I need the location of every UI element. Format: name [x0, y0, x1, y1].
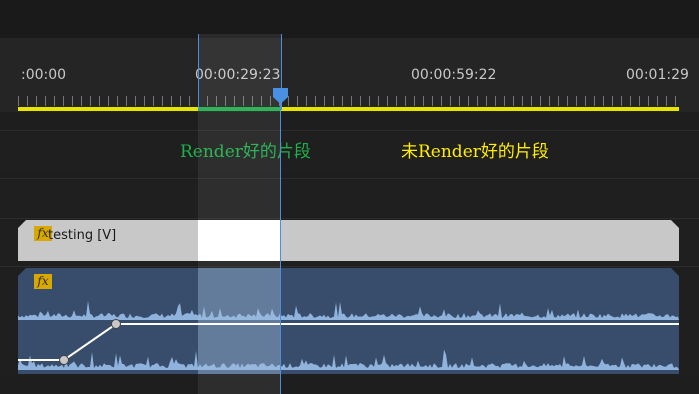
volume-rubber-band [18, 323, 679, 361]
work-area-edge[interactable] [198, 34, 199, 110]
timecode-label: 00:00:59:22 [411, 67, 497, 83]
render-bar-yellow-left [18, 107, 198, 111]
ruler-ticks [18, 96, 679, 106]
volume-keyframe [111, 319, 121, 329]
unrendered-annotation: 未Render好的片段 [401, 142, 549, 162]
playhead-line[interactable] [280, 100, 281, 394]
audio-clip-overlay [18, 268, 679, 365]
render-bar-unrendered [281, 107, 679, 111]
clip-corner-marker [671, 268, 679, 276]
fx-badge-icon[interactable]: fx [34, 274, 52, 289]
clip-corner-marker [18, 220, 26, 228]
volume-keyframe [59, 355, 69, 365]
timecode-label: :00:00 [21, 67, 67, 83]
clip-corner-markers [18, 220, 679, 228]
track-row-empty [0, 130, 699, 171]
video-clip-name: testing [V] [48, 228, 117, 243]
playhead-handle-icon[interactable] [272, 88, 289, 104]
clip-corner-marker [671, 220, 679, 228]
timeline-panel: :00:00 00:00:29:23 00:00:59:22 00:01:29 … [0, 0, 699, 394]
rendered-region-highlight [198, 34, 281, 394]
timeline-header-strip [0, 0, 699, 38]
timecode-label: 00:01:29 [626, 67, 689, 83]
clip-corner-marker [18, 268, 26, 276]
track-row-empty [0, 178, 699, 217]
